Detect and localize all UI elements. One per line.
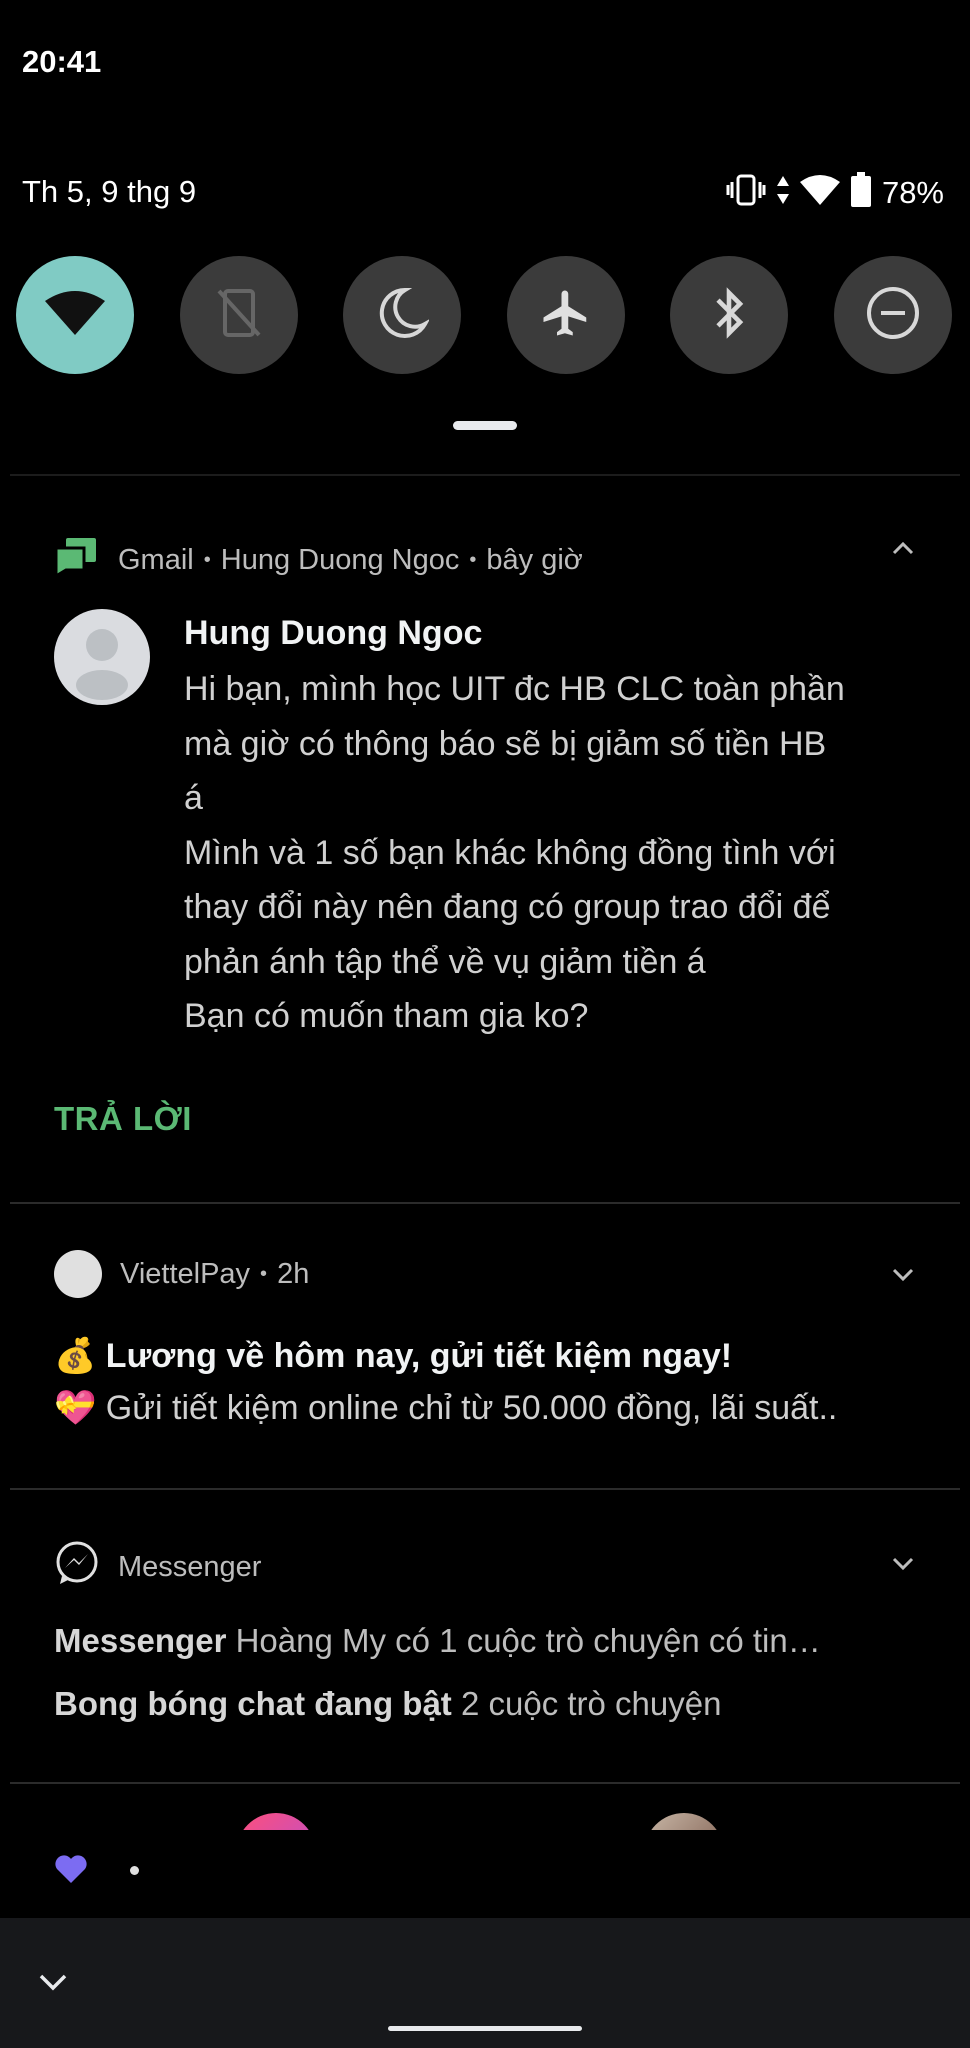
- sender-name: Hung Duong Ngoc: [184, 614, 483, 652]
- sender-avatar: [54, 609, 150, 705]
- qs-dnd-toggle[interactable]: [834, 256, 952, 374]
- date-label: Th 5, 9 thg 9: [22, 174, 197, 209]
- quick-settings-panel-edge: [10, 450, 960, 476]
- viettelpay-body-text: Gửi tiết kiệm online chỉ từ 50.000 đồng,…: [105, 1389, 838, 1427]
- viettelpay-title-text: Lương về hôm nay, gửi tiết kiệm ngay!: [105, 1337, 733, 1375]
- divider: [10, 1488, 960, 1490]
- money-bag-emoji: 💰: [54, 1337, 97, 1375]
- separator-dot: •: [469, 548, 477, 571]
- divider: [10, 1782, 960, 1784]
- qs-auto-rotate-toggle[interactable]: [180, 256, 298, 374]
- qs-night-light-toggle[interactable]: [343, 256, 461, 374]
- expand-chevron-down-icon[interactable]: [892, 1267, 914, 1288]
- separator-dot: •: [260, 1262, 268, 1285]
- qs-airplane-toggle[interactable]: [507, 256, 625, 374]
- messenger-line-1-bold: Messenger: [54, 1622, 227, 1659]
- heart-gift-emoji: 💝: [54, 1389, 97, 1427]
- messenger-line-1-text: Hoàng My có 1 cuộc trò chuyện có tin…: [235, 1622, 821, 1659]
- messenger-line-2: Bong bóng chat đang bật 2 cuộc trò chuyệ…: [54, 1685, 721, 1723]
- gmail-account: Hung Duong Ngoc: [220, 543, 460, 576]
- viettelpay-title: 💰 Lương về hôm nay, gửi tiết kiệm ngay!: [54, 1336, 732, 1376]
- messenger-notification-header: Messenger: [54, 1540, 261, 1594]
- panel-drag-handle[interactable]: [453, 421, 517, 430]
- more-dot-icon: [130, 1866, 139, 1875]
- collapse-chevron-up-icon[interactable]: [892, 540, 914, 561]
- messenger-app-name: Messenger: [118, 1550, 262, 1583]
- gmail-app-name: Gmail: [118, 543, 194, 576]
- messenger-icon: [54, 1540, 100, 1594]
- gmail-notification-header: Gmail • Hung Duong Ngoc • bây giờ: [54, 536, 583, 584]
- rotate-off-icon: [215, 287, 263, 344]
- quick-settings-row: [0, 256, 970, 376]
- qs-wifi-toggle[interactable]: [16, 256, 134, 374]
- expand-chevron-down-icon[interactable]: [892, 1556, 914, 1577]
- message-body: Hi bạn, mình học UIT đc HB CLC toàn phần…: [184, 670, 845, 1035]
- wifi-signal-icon: [799, 174, 840, 211]
- viettelpay-body: 💝 Gửi tiết kiệm online chỉ từ 50.000 đồn…: [54, 1388, 837, 1428]
- vibrate-icon: [726, 173, 766, 212]
- messenger-line-2-bold: Bong bóng chat đang bật: [54, 1685, 452, 1722]
- status-icons: 78%: [726, 172, 944, 213]
- gmail-chat-icon: [54, 536, 98, 584]
- reply-button[interactable]: TRẢ LỜI: [54, 1100, 192, 1138]
- divider: [10, 1202, 960, 1204]
- qs-bluetooth-toggle[interactable]: [670, 256, 788, 374]
- dnd-icon: [865, 285, 921, 346]
- separator-dot: •: [203, 548, 211, 571]
- battery-percent: 78%: [881, 174, 944, 210]
- overflow-notification-strip: [10, 1830, 960, 1918]
- messenger-line-1: Messenger Hoàng My có 1 cuộc trò chuyện …: [54, 1622, 821, 1660]
- heart-icon: [54, 1854, 88, 1889]
- viettelpay-notification-header: ViettelPay • 2h: [54, 1250, 309, 1298]
- bluetooth-icon: [707, 285, 751, 346]
- moon-icon: [375, 286, 431, 345]
- gesture-handle[interactable]: [388, 2026, 582, 2031]
- collapse-panel-chevron-icon[interactable]: [38, 1972, 68, 1997]
- viettelpay-app-name: ViettelPay: [120, 1257, 251, 1290]
- status-clock: 20:41: [22, 44, 102, 79]
- gmail-time: bây giờ: [486, 543, 583, 576]
- viettelpay-time: 2h: [277, 1257, 310, 1290]
- airplane-icon: [539, 286, 593, 345]
- messenger-line-2-text: 2 cuộc trò chuyện: [460, 1685, 722, 1722]
- wifi-icon: [43, 287, 107, 344]
- viettelpay-app-icon: [54, 1250, 102, 1298]
- battery-icon: [850, 172, 872, 213]
- data-arrows-icon: [776, 174, 790, 211]
